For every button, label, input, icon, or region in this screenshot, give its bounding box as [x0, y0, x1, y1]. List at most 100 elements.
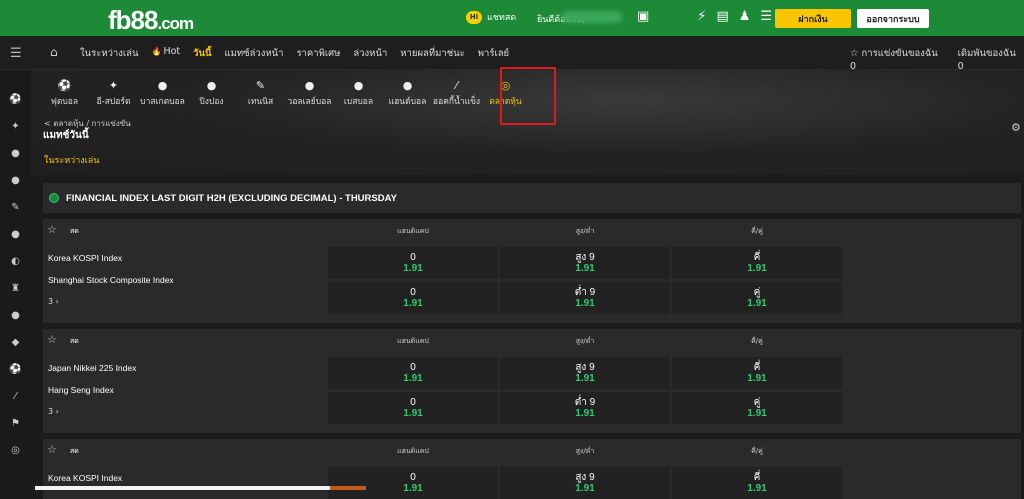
odds-cell[interactable]: คี่ 1.91	[672, 247, 842, 279]
match-row: ☆ สด แฮนดิแคป สูง/ต่ำ คี่/คู่ Korea KOSP…	[43, 439, 1021, 499]
home-team: Japan Nikkei 225 Index	[48, 363, 137, 373]
odds-cell[interactable]: คี่ 1.91	[672, 467, 842, 499]
tab-hockey[interactable]: ⁄ ฮอคกี้น้ำแข็ง	[432, 78, 481, 108]
main-nav: ☰ ⌂ ในระหว่างเล่น Hot วันนี้ แมทซ์ล่วงหน…	[0, 36, 1024, 72]
league-icon	[49, 193, 59, 203]
col-over-under: สูง/ต่ำ	[575, 227, 595, 235]
tab-esports[interactable]: ✦ อี-สปอร์ต	[89, 78, 138, 108]
tab-soccer[interactable]: ⚽ ฟุตบอล	[40, 78, 89, 108]
odds-cell[interactable]: คู่ 1.91	[672, 392, 842, 424]
nav-item-live[interactable]: ในระหว่างเล่น	[80, 46, 138, 61]
bottom-overlay	[35, 486, 330, 490]
stock-market-icon[interactable]: ◎	[0, 437, 31, 464]
table-tennis-icon: ●	[206, 79, 217, 92]
more-markets[interactable]: 3 ›	[48, 297, 59, 306]
soccer-icon[interactable]: ⚽	[0, 86, 31, 113]
tab-baseball[interactable]: ● เบสบอล	[334, 78, 383, 108]
logo[interactable]: fb88.com	[108, 5, 194, 36]
favorite-star-icon[interactable]: ☆	[47, 223, 57, 236]
promo-icon[interactable]: ▤	[716, 10, 728, 24]
odds-cell[interactable]: สูง 9 1.91	[500, 357, 670, 389]
nav-item-hot[interactable]: Hot	[151, 46, 180, 61]
blurred-balance	[659, 10, 687, 24]
logout-button[interactable]: ออกจากระบบ	[857, 9, 929, 28]
live-tag: สด	[70, 447, 79, 455]
home-icon[interactable]: ⌂	[50, 45, 58, 59]
wallet-icon[interactable]: ▣	[637, 10, 649, 24]
esports-icon[interactable]: ✦	[0, 113, 31, 140]
odds-cell[interactable]: สูง 9 1.91	[500, 247, 670, 279]
handball-icon: ●	[402, 79, 413, 92]
match-list: FINANCIAL INDEX LAST DIGIT H2H (EXCLUDIN…	[43, 183, 1021, 499]
nav-item-early[interactable]: แมทซ์ล่วงหน้า	[224, 46, 283, 61]
league-header[interactable]: FINANCIAL INDEX LAST DIGIT H2H (EXCLUDIN…	[43, 183, 1021, 213]
odds-cell[interactable]: 0 1.91	[328, 282, 498, 314]
blurred-username	[562, 11, 622, 23]
hockey-icon: ⁄	[455, 79, 458, 92]
odds-cell[interactable]: ต่ำ 9 1.91	[500, 282, 670, 314]
live-tag: สด	[70, 337, 79, 345]
table-tennis-icon[interactable]: ●	[0, 167, 31, 194]
odds-cell[interactable]: 0 1.91	[328, 467, 498, 499]
hamburger-icon[interactable]: ☰	[10, 46, 22, 61]
sport-tabs: ⚽ ฟุตบอล ✦ อี-สปอร์ต ● บาสเกตบอล ● ปิงปอง ✎ เ…	[40, 78, 530, 108]
deposit-button[interactable]: ฝากเงิน	[775, 9, 851, 28]
filter-icon[interactable]: ⚙	[1011, 121, 1021, 134]
my-matches-link[interactable]: ☆ การแข่งขันของฉัน 0	[850, 46, 946, 72]
nav-right: ☆ การแข่งขันของฉัน 0 เดิมพันของฉัน 0	[850, 46, 1024, 72]
hockey-icon[interactable]: ⁄	[0, 383, 31, 410]
tab-volleyball[interactable]: ● วอลเลย์บอล	[285, 78, 334, 108]
match-row: ☆ สด แฮนดิแคป สูง/ต่ำ คี่/คู่ Korea KOSP…	[43, 219, 1021, 323]
page-title: แมทช์วันนี้	[43, 130, 89, 141]
live-tag: สด	[70, 227, 79, 235]
lightning-icon[interactable]: ⚡	[697, 10, 706, 24]
nav-item-parlay[interactable]: พาร์เลย์	[478, 46, 509, 61]
soccer-icon: ⚽	[57, 79, 72, 92]
chat-bubble-icon: Hi	[466, 10, 482, 24]
col-odd-even: คี่/คู่	[751, 227, 763, 235]
bottom-overlay-accent	[330, 486, 366, 490]
flag-icon[interactable]: ⚑	[0, 410, 31, 437]
tab-tennis[interactable]: ✎ เทนนิส	[236, 78, 285, 108]
away-team: Shanghai Stock Composite Index	[48, 275, 174, 285]
nav-item-special[interactable]: ราคาพิเศษ	[296, 46, 340, 61]
top-bar: fb88.com Hi แชทสด ยินดีต้อนรับ, ▣ ⚡ ▤ ♟ …	[0, 0, 1024, 36]
tab-table-tennis[interactable]: ● ปิงปอง	[187, 78, 236, 108]
tab-handball[interactable]: ● แฮนด์บอล	[383, 78, 432, 108]
nav-item-advance[interactable]: ล่วงหน้า	[353, 46, 387, 61]
favorite-star-icon[interactable]: ☆	[47, 443, 57, 456]
my-bets-link[interactable]: เดิมพันของฉัน 0	[958, 46, 1024, 72]
rugby-icon[interactable]: ◆	[0, 329, 31, 356]
soccer-icon[interactable]: ⚽	[0, 356, 31, 383]
nav-item-today[interactable]: วันนี้	[193, 46, 211, 61]
nav-item-results[interactable]: หายผลที่มาช่นะ	[400, 46, 464, 61]
left-sports-bar: ⚽ ✦ ● ● ✎ ● ◐ ♜ ● ◆ ⚽ ⁄ ⚑ ◎	[0, 70, 31, 490]
odds-cell[interactable]: 0 1.91	[328, 247, 498, 279]
col-odd-even: คี่/คู่	[751, 447, 763, 455]
user-icon[interactable]: ♟	[739, 10, 751, 24]
odds-cell[interactable]: ต่ำ 9 1.91	[500, 392, 670, 424]
col-handicap: แฮนดิแคป	[397, 337, 429, 345]
col-handicap: แฮนดิแคป	[397, 447, 429, 455]
handball-icon[interactable]: ●	[0, 302, 31, 329]
chat-label: แชทสด	[487, 13, 517, 23]
baseball-icon[interactable]: ◐	[0, 248, 31, 275]
tab-basketball[interactable]: ● บาสเกตบอล	[138, 78, 187, 108]
odds-cell[interactable]: คี่ 1.91	[672, 357, 842, 389]
volleyball-icon[interactable]: ●	[0, 221, 31, 248]
basketball-icon: ●	[157, 79, 168, 92]
odds-cell[interactable]: คู่ 1.91	[672, 282, 842, 314]
odds-cell[interactable]: 0 1.91	[328, 392, 498, 424]
more-markets[interactable]: 3 ›	[48, 407, 59, 416]
settings-list-icon[interactable]: ☰	[760, 10, 772, 24]
favorite-star-icon[interactable]: ☆	[47, 333, 57, 346]
tennis-icon[interactable]: ✎	[0, 194, 31, 221]
odds-cell[interactable]: สูง 9 1.91	[500, 467, 670, 499]
live-chat-button[interactable]: Hi แชทสด	[466, 10, 516, 24]
basketball-icon[interactable]: ●	[0, 140, 31, 167]
match-row: ☆ สด แฮนดิแคป สูง/ต่ำ คี่/คู่ Japan Nikk…	[43, 329, 1021, 433]
odds-cell[interactable]: 0 1.91	[328, 357, 498, 389]
nav-items: ในระหว่างเล่น Hot วันนี้ แมทซ์ล่วงหน้า ร…	[80, 46, 509, 61]
col-odd-even: คี่/คู่	[751, 337, 763, 345]
trophy-icon[interactable]: ♜	[0, 275, 31, 302]
